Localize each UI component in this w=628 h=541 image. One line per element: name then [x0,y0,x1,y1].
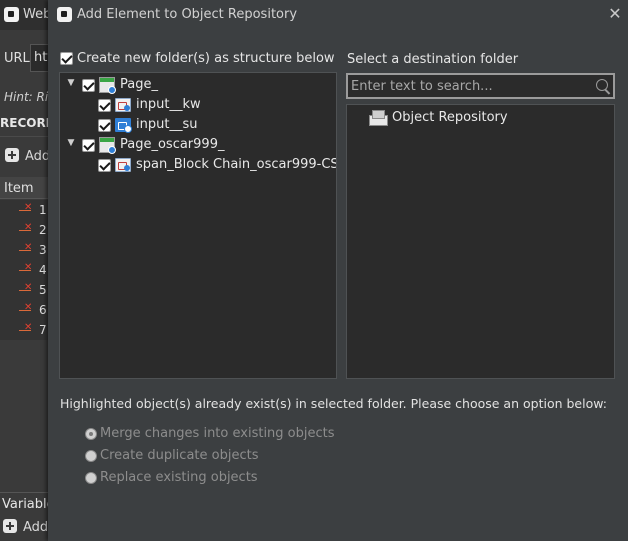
table-row[interactable]: 1 [0,200,48,220]
row-number: 2 [39,223,47,237]
divider [0,136,48,137]
page-icon [99,77,116,94]
row-number: 3 [39,243,47,257]
option-label: Create duplicate objects [100,448,259,463]
create-folder-label: Create new folder(s) as structure below [77,51,335,66]
row-number: 4 [39,263,47,277]
failed-step-icon [19,202,33,215]
row-number: 6 [39,303,47,317]
dialog-title: Add Element to Object Repository [77,7,298,22]
tree-node-checkbox[interactable] [98,99,111,112]
option-label: Replace existing objects [100,470,258,485]
duplicate-radio[interactable] [85,450,97,462]
destination-folder-label: Select a destination folder [347,52,519,67]
failed-step-icon [19,262,33,275]
row-number: 1 [39,203,47,217]
failed-step-icon [19,222,33,235]
add-icon [3,519,17,533]
add-variable-label: Add [23,520,48,535]
destination-search-box [346,73,615,99]
add-step-button[interactable]: Add [5,148,48,164]
hint-text: Hint: Rig [4,90,48,104]
failed-step-icon [19,302,33,315]
page-icon [99,137,116,154]
folder-label: Object Repository [392,110,508,125]
tree-node-label: Page_oscar999_ [120,137,225,152]
tree-node-element[interactable]: input__su [60,115,336,135]
close-icon[interactable]: ✕ [606,5,624,23]
table-row[interactable]: 7 [0,320,48,340]
steps-table: 1 2 3 4 5 6 7 [0,200,48,340]
create-folder-checkbox[interactable] [60,52,73,65]
url-label: URL [4,51,30,66]
tree-node-label: input__su [136,117,198,132]
background-window-title: Web [23,7,48,22]
failed-step-icon [19,322,33,335]
dialog-titlebar[interactable]: Add Element to Object Repository ✕ [48,0,628,30]
repository-folder-icon [369,110,388,126]
tree-node-checkbox[interactable] [98,159,111,172]
tree-node-label: input__kw [136,97,201,112]
merge-radio[interactable] [85,428,97,440]
url-input[interactable]: htt [30,44,48,72]
row-number: 5 [39,283,47,297]
tree-node-checkbox[interactable] [82,139,95,152]
highlight-message: Highlighted object(s) already exist(s) i… [60,396,607,411]
tree-node-label: Page_ [120,77,158,92]
add-element-dialog: Add Element to Object Repository ✕ Creat… [48,0,628,541]
search-icon[interactable] [595,78,611,94]
option-label: Merge changes into existing objects [100,426,335,441]
source-elements-tree: ▼ Page_ input__kw input__su ▼ Page_oscar… [59,72,337,379]
chevron-down-icon[interactable]: ▼ [66,138,76,148]
tree-node-page[interactable]: ▼ Page_ [60,75,336,95]
recorded-actions-heading: RECORD [0,116,48,130]
divider [0,492,48,493]
background-titlebar: Web [0,0,48,30]
tree-node-element[interactable]: span_Block Chain_oscar999-CSDN [60,155,336,175]
variables-heading: Variable [2,497,48,512]
table-row[interactable]: 2 [0,220,48,240]
table-row[interactable]: 4 [0,260,48,280]
span-element-icon [115,158,131,172]
add-variable-button[interactable]: Add [3,519,48,535]
failed-step-icon [19,282,33,295]
tree-node-checkbox[interactable] [98,119,111,132]
table-row[interactable]: 5 [0,280,48,300]
tree-node-label: span_Block Chain_oscar999-CSDN [136,157,337,172]
chevron-down-icon[interactable]: ▼ [66,78,76,88]
destination-folder-tree: Object Repository [346,104,615,379]
add-step-label: Add [25,149,48,164]
app-logo-icon [4,7,19,22]
create-folder-option[interactable]: Create new folder(s) as structure below [60,51,335,66]
button-element-icon [115,118,132,133]
folder-object-repository[interactable]: Object Repository [367,108,567,128]
row-number: 7 [39,323,47,337]
table-header-item[interactable]: Item [0,177,48,199]
add-icon [5,148,19,162]
replace-radio[interactable] [85,472,97,484]
background-window: Web URL htt Hint: Rig RECORD Add Item 1 … [0,0,48,541]
destination-search-input[interactable] [351,77,591,95]
failed-step-icon [19,242,33,255]
tree-node-element[interactable]: input__kw [60,95,336,115]
input-element-icon [115,98,131,112]
tree-node-page[interactable]: ▼ Page_oscar999_ [60,135,336,155]
table-row[interactable]: 6 [0,300,48,320]
tree-node-checkbox[interactable] [82,79,95,92]
app-logo-icon [57,7,72,22]
table-row[interactable]: 3 [0,240,48,260]
